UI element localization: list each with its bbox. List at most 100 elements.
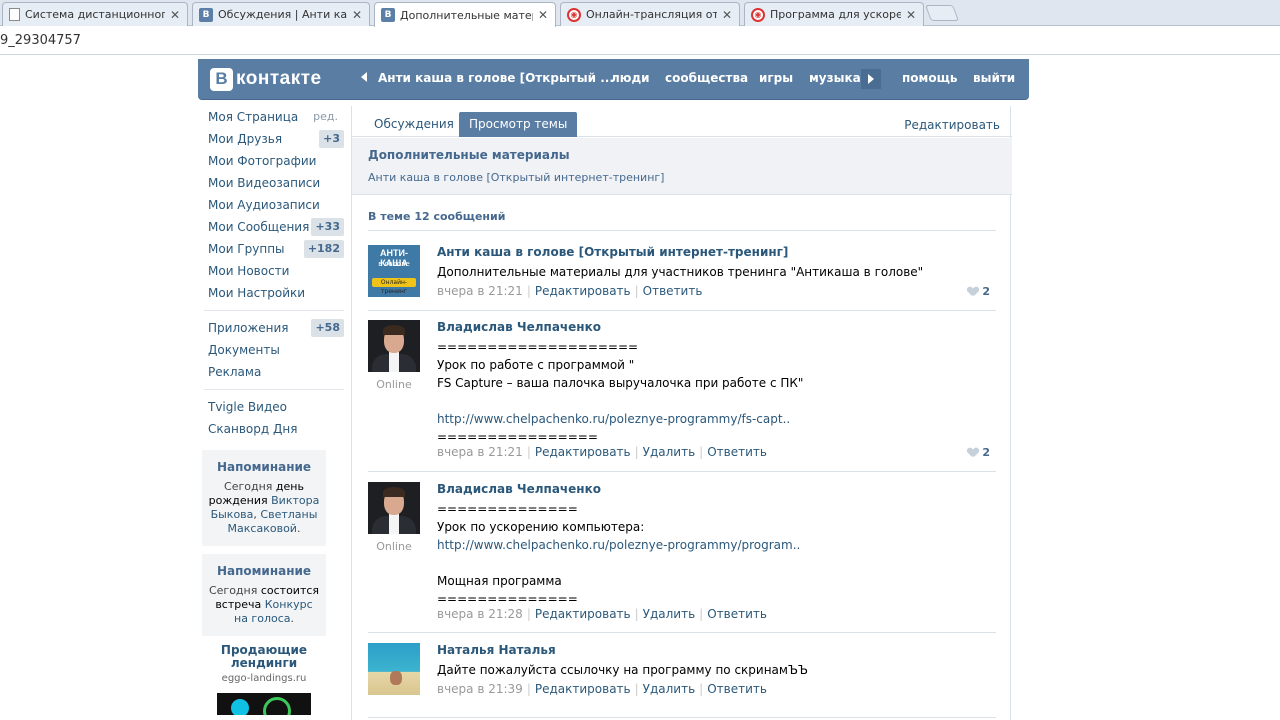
document-icon — [9, 8, 20, 21]
topic-post: Наталья Наталья Дайте пожалуйста ссылочк… — [368, 643, 996, 718]
sidebar-item-audio[interactable]: Мои Аудиозаписи — [200, 194, 348, 216]
address-bar[interactable]: 9_29304757 — [0, 27, 1280, 55]
edit-post-link[interactable]: Редактировать — [535, 682, 631, 696]
close-icon[interactable]: ✕ — [351, 8, 363, 22]
like-button[interactable]: 2 — [968, 285, 990, 298]
edit-topic-link[interactable]: Редактировать — [904, 118, 1000, 132]
sidebar-item-scanword[interactable]: Сканворд Дня — [200, 418, 348, 440]
sidebar-item-documents[interactable]: Документы — [200, 339, 348, 361]
separator: | — [634, 607, 639, 621]
edit-link[interactable]: ред. — [313, 106, 338, 128]
avatar[interactable] — [368, 482, 420, 534]
nav-more-button[interactable] — [861, 69, 881, 89]
edit-post-link[interactable]: Редактировать — [535, 284, 631, 298]
topic-tabs: Обсуждения Просмотр темы Редактировать — [352, 106, 1012, 137]
sidebar-item-settings[interactable]: Мои Настройки — [200, 282, 348, 304]
separator: | — [699, 445, 704, 459]
reply-link[interactable]: Ответить — [643, 284, 703, 298]
sidebar-item-my-page[interactable]: Моя Страница ред. — [200, 106, 348, 128]
delete-post-link[interactable]: Удалить — [643, 607, 696, 621]
avatar[interactable] — [368, 320, 420, 372]
sidebar-item-friends[interactable]: Мои Друзья +3 — [200, 128, 348, 150]
nav-logout[interactable]: выйти — [973, 71, 1015, 85]
topic-group-name[interactable]: Анти каша в голове [Открытый интернет-тр… — [368, 171, 664, 184]
avatar[interactable]: АНТИ-КАША в голове Онлайн-тренинг — [368, 245, 420, 297]
post-author[interactable]: Владислав Челпаченко — [437, 320, 601, 334]
post-time[interactable]: вчера в 21:39 — [437, 682, 523, 696]
post-author[interactable]: Наталья Наталья — [437, 643, 556, 657]
post-author[interactable]: Анти каша в голове [Открытый интернет-тр… — [437, 245, 788, 259]
vk-favicon-icon: B — [381, 8, 395, 22]
ad-block[interactable]: Продающие лендинги eggo-landings.ru — [202, 644, 326, 715]
close-icon[interactable]: ✕ — [721, 8, 733, 22]
reply-link[interactable]: Ответить — [707, 445, 767, 459]
reply-link[interactable]: Ответить — [707, 607, 767, 621]
nav-games[interactable]: игры — [759, 71, 793, 85]
separator: | — [526, 284, 531, 298]
separator: | — [634, 445, 639, 459]
delete-post-link[interactable]: Удалить — [643, 445, 696, 459]
new-tab-button[interactable] — [925, 5, 959, 21]
nav-music[interactable]: музыка — [809, 71, 861, 85]
post-time[interactable]: вчера в 21:21 — [437, 445, 523, 459]
vk-logo[interactable]: В контакте — [210, 67, 322, 91]
edit-post-link[interactable]: Редактировать — [535, 607, 631, 621]
sidebar-item-videos[interactable]: Мои Видеозаписи — [200, 172, 348, 194]
like-count: 2 — [982, 446, 990, 459]
nav-people[interactable]: люди — [611, 71, 650, 85]
ad-image[interactable] — [217, 693, 311, 715]
post-text-line: Дополнительные материалы для участников … — [437, 265, 924, 279]
reminder-title: Напоминание — [216, 460, 312, 474]
delete-post-link[interactable]: Удалить — [643, 682, 696, 696]
reply-link[interactable]: Ответить — [707, 682, 767, 696]
avatar-text: в голове — [378, 260, 410, 268]
count-badge: +58 — [311, 319, 344, 337]
edit-post-link[interactable]: Редактировать — [535, 445, 631, 459]
avatar-shape — [389, 514, 399, 534]
tab-view-topic[interactable]: Просмотр темы — [459, 112, 578, 137]
post-link[interactable]: http://www.chelpachenko.ru/poleznye-prog… — [437, 536, 957, 554]
sidebar-item-groups[interactable]: Мои Группы +182 — [200, 238, 348, 260]
sidebar-item-label: Мои Сообщения — [208, 220, 310, 234]
ad-url[interactable]: eggo-landings.ru — [202, 673, 326, 684]
avatar-shape — [383, 325, 405, 335]
sidebar-item-label: Мои Друзья — [208, 132, 283, 146]
vk-logo-icon: В — [210, 67, 233, 91]
reminder-title: Напоминание — [216, 564, 312, 578]
sidebar-item-label: Мои Видеозаписи — [208, 176, 321, 190]
browser-tab[interactable]: ◉ Программа для ускорен ✕ — [744, 2, 924, 26]
ad-title[interactable]: Продающие лендинги — [202, 644, 326, 670]
reminder-box: Напоминание Сегодня состоится встреча Ко… — [202, 554, 326, 636]
post-time[interactable]: вчера в 21:28 — [437, 607, 523, 621]
post-author[interactable]: Владислав Челпаченко — [437, 482, 601, 496]
sidebar-item-apps[interactable]: Приложения +58 — [200, 317, 348, 339]
like-button[interactable]: 2 — [968, 446, 990, 459]
tab-discussions[interactable]: Обсуждения — [364, 112, 464, 137]
header-current-group[interactable]: Анти каша в голове [Открытый ... — [378, 71, 614, 85]
post-text: Дайте пожалуйста ссылочку на программу п… — [437, 661, 957, 679]
avatar-shape — [390, 671, 402, 685]
divider — [368, 230, 996, 231]
browser-tab[interactable]: B Обсуждения | Анти каша ✕ — [192, 2, 370, 26]
browser-tab[interactable]: ◉ Онлайн-трансляция отк ✕ — [560, 2, 740, 26]
sidebar-item-tvigle[interactable]: Tvigle Видео — [200, 396, 348, 418]
sidebar-item-messages[interactable]: Мои Сообщения +33 — [200, 216, 348, 238]
sidebar-item-ads[interactable]: Реклама — [200, 361, 348, 383]
sidebar-item-photos[interactable]: Мои Фотографии — [200, 150, 348, 172]
sidebar-item-news[interactable]: Мои Новости — [200, 260, 348, 282]
arrow-left-icon[interactable] — [361, 72, 367, 82]
browser-tab-title: Система дистанционног — [25, 8, 165, 21]
like-count: 2 — [982, 285, 990, 298]
browser-tab-active[interactable]: B Дополнительные матери ✕ — [374, 2, 556, 27]
avatar[interactable] — [368, 643, 420, 695]
close-icon[interactable]: ✕ — [905, 8, 917, 22]
reminder-text-part: . — [290, 612, 295, 625]
nav-help[interactable]: помощь — [902, 71, 957, 85]
post-time[interactable]: вчера в 21:21 — [437, 284, 523, 298]
post-link[interactable]: http://www.chelpachenko.ru/poleznye-prog… — [437, 410, 957, 428]
count-badge: +33 — [311, 218, 344, 236]
close-icon[interactable]: ✕ — [537, 8, 549, 22]
close-icon[interactable]: ✕ — [169, 8, 181, 22]
browser-tab[interactable]: Система дистанционног ✕ — [2, 2, 188, 26]
nav-communities[interactable]: сообщества — [665, 71, 748, 85]
